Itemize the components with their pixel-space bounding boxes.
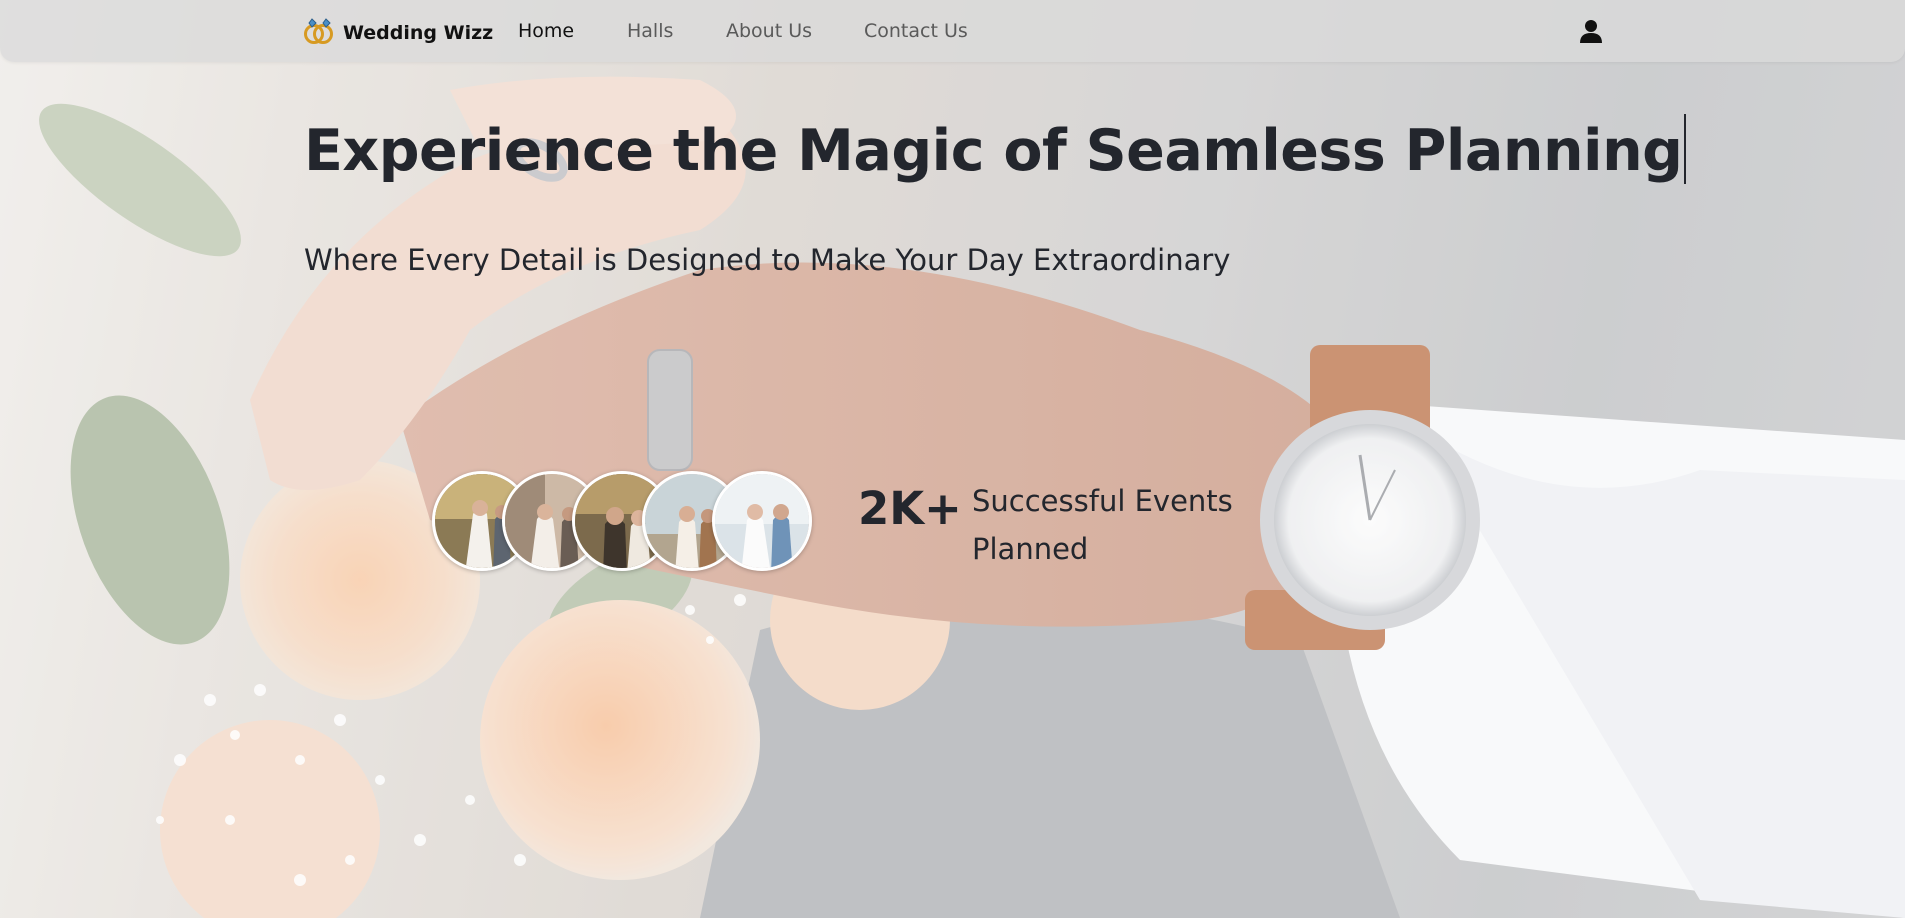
hero-title: Experience the Magic of Seamless Plannin… [304,114,1687,184]
brand-name: Wedding Wizz [343,22,494,44]
brand-home-link[interactable]: Wedding Wizz [303,17,493,49]
nav-link-contact-us[interactable]: Contact Us [864,20,968,42]
typing-caret [1684,114,1687,184]
events-count-label: Successful Events Planned [972,484,1233,566]
wedding-rings-icon [303,17,335,49]
top-navbar: Wedding Wizz Home Halls About Us Contact… [0,0,1905,62]
hero-title-text: Experience the Magic of Seamless Plannin… [304,118,1683,184]
customer-avatar-stack [432,471,812,571]
avatar-couple-5 [712,471,812,571]
nav-link-about-us[interactable]: About Us [726,20,812,42]
user-account-icon[interactable] [1578,18,1604,48]
nav-link-home[interactable]: Home [518,20,574,42]
hero-subtitle: Where Every Detail is Designed to Make Y… [304,243,1231,277]
events-count: 2K+ [858,482,962,535]
nav-link-halls[interactable]: Halls [627,20,673,42]
